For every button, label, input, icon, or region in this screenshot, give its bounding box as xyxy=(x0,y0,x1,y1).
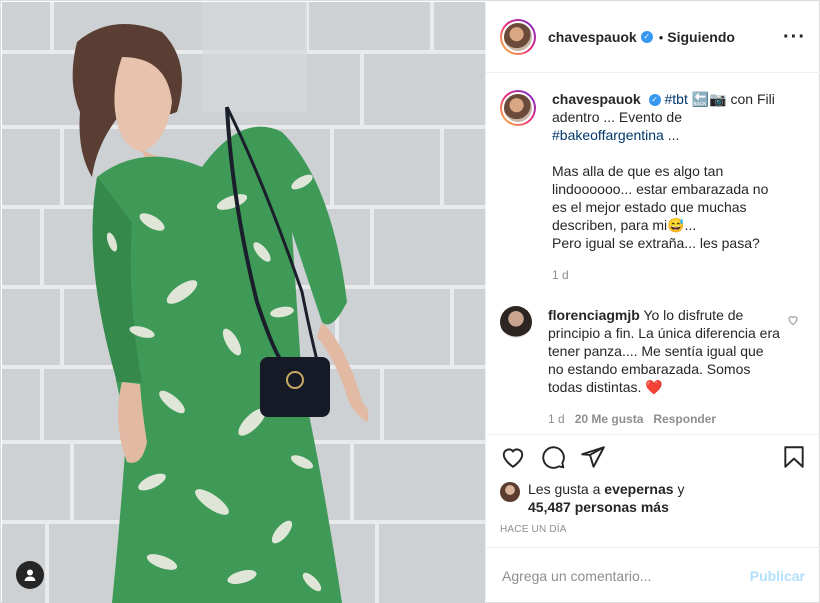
caption-text-part2: ... xyxy=(663,127,680,143)
post-photo-illustration xyxy=(2,2,485,603)
caption-avatar[interactable] xyxy=(500,90,536,126)
verified-badge-icon: ✓ xyxy=(640,31,653,43)
share-icon[interactable] xyxy=(580,444,606,470)
following-button[interactable]: Siguiendo xyxy=(667,29,735,45)
hashtag-bakeoff[interactable]: #bakeoffargentina xyxy=(552,127,664,143)
comment-like-heart-icon[interactable] xyxy=(787,314,799,329)
caption-paragraph-2: Mas alla de que es algo tan lindoooooo..… xyxy=(552,163,769,233)
caption-text: chavespauok ✓ #tbt 🔙📷 con Fili adentro .… xyxy=(552,90,787,284)
verified-badge-icon: ✓ xyxy=(648,94,661,107)
publish-button[interactable]: Publicar xyxy=(750,568,805,584)
hashtag-tbt[interactable]: #tbt xyxy=(665,91,688,107)
likes-text: Les gusta a evepernas y 45,487 personas … xyxy=(528,480,684,516)
comment-input[interactable] xyxy=(502,567,750,584)
action-bar xyxy=(486,434,820,478)
header-username[interactable]: chavespauok xyxy=(548,29,637,45)
user-icon xyxy=(24,569,36,581)
header-separator: • xyxy=(658,29,664,45)
comment-text: florenciagmjb Yo lo disfrute de principi… xyxy=(548,306,783,428)
comment-likes[interactable]: 20 Me gusta xyxy=(575,410,644,428)
liker-username[interactable]: evepernas xyxy=(604,481,673,497)
comment-item: florenciagmjb Yo lo disfrute de principi… xyxy=(500,306,807,428)
bookmark-icon[interactable] xyxy=(781,444,807,470)
likes-count[interactable]: 45,487 personas más xyxy=(528,499,669,515)
post-header: chavespauok ✓ • Siguiendo ··· xyxy=(486,2,820,73)
post-photo[interactable] xyxy=(2,2,485,603)
caption: chavespauok ✓ #tbt 🔙📷 con Fili adentro .… xyxy=(500,90,807,284)
post-modal: chavespauok ✓ • Siguiendo ··· chavespauo… xyxy=(0,0,820,603)
more-options-icon[interactable]: ··· xyxy=(783,27,806,47)
comments-section: chavespauok ✓ #tbt 🔙📷 con Fili adentro .… xyxy=(486,74,820,434)
avatar[interactable] xyxy=(500,19,536,55)
comment-emoji: ❤️ xyxy=(645,379,663,395)
liker-avatar[interactable] xyxy=(500,482,520,502)
comment-meta: 1 d 20 Me gusta Responder xyxy=(548,410,783,428)
comment-age[interactable]: 1 d xyxy=(548,410,565,428)
comment-reply-button[interactable]: Responder xyxy=(653,410,716,428)
add-comment-bar: Publicar xyxy=(486,547,820,603)
likes-middle: y xyxy=(673,481,685,497)
comment-icon[interactable] xyxy=(540,444,566,470)
caption-meta: 1 d xyxy=(552,266,787,284)
post-timestamp[interactable]: HACE UN DÍA xyxy=(500,524,567,535)
user-tag-button[interactable] xyxy=(16,561,44,589)
likes-summary: Les gusta a evepernas y 45,487 personas … xyxy=(500,480,800,516)
caption-paragraph-3: Pero igual se extraña... les pasa? xyxy=(552,235,760,251)
likes-prefix: Les gusta a xyxy=(528,481,605,497)
caption-username[interactable]: chavespauok xyxy=(552,91,641,107)
comment-username[interactable]: florenciagmjb xyxy=(548,307,640,323)
caption-age[interactable]: 1 d xyxy=(552,266,569,284)
comment-avatar[interactable] xyxy=(500,306,532,338)
post-side-panel: chavespauok ✓ • Siguiendo ··· chavespauo… xyxy=(485,2,820,603)
heart-icon[interactable] xyxy=(500,444,526,470)
